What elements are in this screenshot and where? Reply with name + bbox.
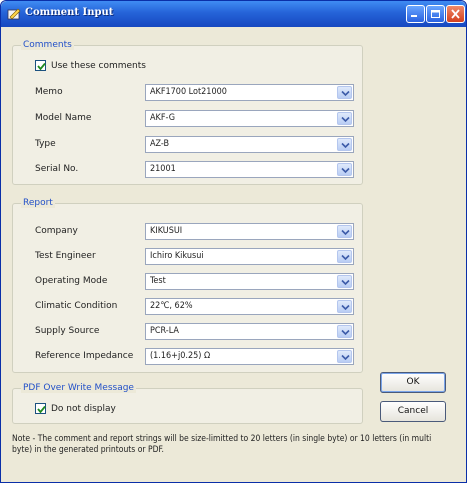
chevron-down-icon bbox=[341, 329, 350, 336]
supply-source-dropdown-button[interactable] bbox=[337, 325, 352, 338]
chevron-down-icon bbox=[341, 279, 350, 286]
reference-impedance-dropdown-button[interactable] bbox=[337, 350, 352, 363]
pdf-message-group-title: PDF Over Write Message bbox=[21, 383, 136, 393]
company-dropdown-button[interactable] bbox=[337, 225, 352, 238]
close-icon bbox=[451, 9, 460, 19]
climatic-condition-combobox[interactable]: 22℃, 62% bbox=[145, 298, 354, 315]
memo-label: Memo bbox=[35, 87, 63, 97]
title-bar[interactable]: Comment Input bbox=[1, 1, 466, 27]
operating-mode-dropdown-button[interactable] bbox=[337, 275, 352, 288]
chevron-down-icon bbox=[341, 229, 350, 236]
serial-no-combobox[interactable]: 21001 bbox=[145, 161, 354, 178]
chevron-down-icon bbox=[341, 142, 350, 149]
comments-group: Comments Use these comments Memo AKF1700… bbox=[12, 40, 363, 185]
comment-input-dialog: Comment Input Comments Use these comment… bbox=[0, 0, 467, 483]
company-value: KIKUSUI bbox=[150, 226, 183, 236]
close-button[interactable] bbox=[446, 5, 465, 23]
test-engineer-combobox[interactable]: Ichiro Kikusui bbox=[145, 248, 354, 265]
model-name-combobox[interactable]: AKF-G bbox=[145, 110, 354, 127]
type-dropdown-button[interactable] bbox=[337, 138, 352, 151]
test-engineer-value: Ichiro Kikusui bbox=[150, 251, 204, 261]
memo-value: AKF1700 Lot21000 bbox=[150, 87, 227, 97]
reference-impedance-combobox[interactable]: (1.16+j0.25) Ω bbox=[145, 348, 354, 365]
ok-button[interactable]: OK bbox=[380, 372, 446, 393]
report-group: Report Company KIKUSUI Test Engineer Ich… bbox=[12, 198, 363, 373]
report-group-title: Report bbox=[21, 198, 55, 208]
chevron-down-icon bbox=[341, 354, 350, 361]
type-combobox[interactable]: AZ-B bbox=[145, 136, 354, 153]
supply-source-label: Supply Source bbox=[35, 326, 100, 336]
climatic-condition-label: Climatic Condition bbox=[35, 301, 118, 311]
reference-impedance-label: Reference Impedance bbox=[35, 351, 134, 361]
comments-group-title: Comments bbox=[21, 40, 74, 50]
serial-no-label: Serial No. bbox=[35, 164, 79, 174]
company-label: Company bbox=[35, 226, 78, 236]
supply-source-value: PCR-LA bbox=[150, 326, 179, 336]
climatic-condition-dropdown-button[interactable] bbox=[337, 300, 352, 313]
test-engineer-label: Test Engineer bbox=[35, 251, 96, 261]
operating-mode-label: Operating Mode bbox=[35, 276, 108, 286]
chevron-down-icon bbox=[341, 304, 350, 311]
company-combobox[interactable]: KIKUSUI bbox=[145, 223, 354, 240]
do-not-display-label: Do not display bbox=[51, 404, 116, 414]
model-name-dropdown-button[interactable] bbox=[337, 112, 352, 125]
serial-no-dropdown-button[interactable] bbox=[337, 163, 352, 176]
window-title: Comment Input bbox=[25, 7, 114, 18]
reference-impedance-value: (1.16+j0.25) Ω bbox=[150, 351, 211, 361]
chevron-down-icon bbox=[341, 167, 350, 174]
memo-combobox[interactable]: AKF1700 Lot21000 bbox=[145, 84, 354, 101]
do-not-display-checkbox[interactable] bbox=[35, 403, 46, 414]
use-comments-label: Use these comments bbox=[51, 61, 146, 71]
minimize-icon bbox=[411, 15, 417, 17]
type-value: AZ-B bbox=[150, 139, 170, 149]
app-icon bbox=[7, 8, 21, 20]
test-engineer-dropdown-button[interactable] bbox=[337, 250, 352, 263]
minimize-button[interactable] bbox=[406, 5, 425, 23]
chevron-down-icon bbox=[341, 254, 350, 261]
checkmark-icon bbox=[37, 405, 46, 414]
memo-dropdown-button[interactable] bbox=[337, 86, 352, 99]
chevron-down-icon bbox=[341, 116, 350, 123]
cancel-button[interactable]: Cancel bbox=[380, 401, 446, 422]
operating-mode-combobox[interactable]: Test bbox=[145, 273, 354, 290]
serial-no-value: 21001 bbox=[150, 164, 176, 174]
note-text: Note - The comment and report strings wi… bbox=[12, 434, 432, 455]
maximize-icon bbox=[431, 10, 440, 18]
chevron-down-icon bbox=[341, 90, 350, 97]
maximize-button[interactable] bbox=[426, 5, 445, 23]
model-name-value: AKF-G bbox=[150, 113, 176, 123]
model-name-label: Model Name bbox=[35, 113, 92, 123]
supply-source-combobox[interactable]: PCR-LA bbox=[145, 323, 354, 340]
pdf-message-group: PDF Over Write Message Do not display bbox=[12, 383, 363, 424]
type-label: Type bbox=[35, 139, 56, 149]
climatic-condition-value: 22℃, 62% bbox=[150, 301, 193, 311]
operating-mode-value: Test bbox=[150, 276, 166, 286]
checkmark-icon bbox=[37, 62, 46, 71]
use-comments-checkbox[interactable] bbox=[35, 60, 46, 71]
